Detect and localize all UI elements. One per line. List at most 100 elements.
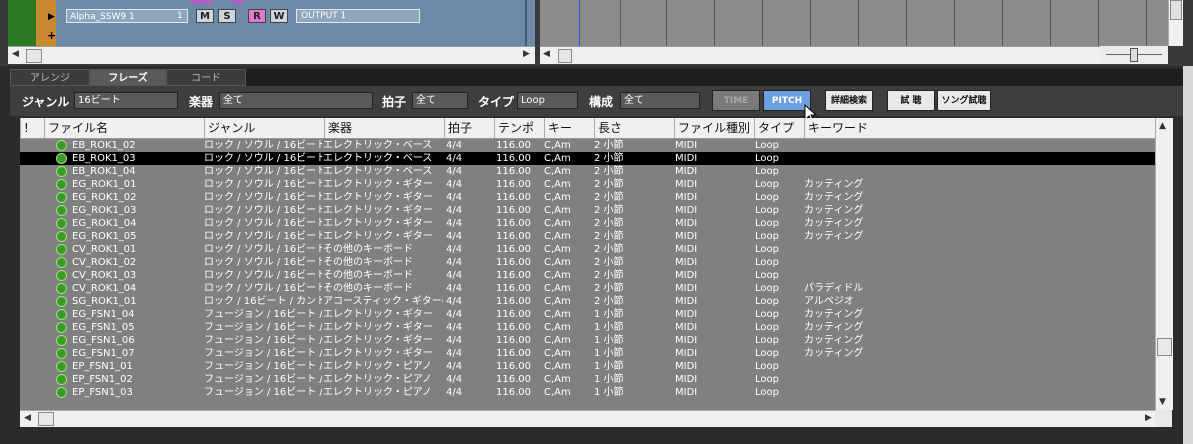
structure-select[interactable]: 全て — [620, 92, 700, 109]
table-row[interactable]: CV_ROK1_04 ロック / ソウル / 16ビート ...その他のキーボード… — [20, 282, 1155, 295]
cell-keyword: アルペジオ — [804, 296, 854, 307]
cell-meter: 4/4 — [446, 296, 463, 307]
col-key[interactable]: キー — [544, 118, 594, 138]
cell-length: 2 小節 — [594, 218, 624, 229]
write-button[interactable]: W — [270, 9, 288, 23]
col-tempo[interactable]: テンポ — [494, 118, 544, 138]
table-row[interactable]: EG_ROK1_05 ロック / ソウル / 16ビート エレクトリック・ギター 4/… — [20, 230, 1155, 243]
tab-arrange[interactable]: アレンジ — [10, 69, 90, 86]
col-length[interactable]: 長さ — [594, 118, 674, 138]
table-row[interactable]: EG_FSN1_07 フュージョン / 16ビート / A...エレクトリック・ギ… — [20, 347, 1155, 360]
cell-meter: 4/4 — [446, 283, 463, 294]
instrument-select[interactable]: 全て — [219, 92, 373, 109]
scroll-thumb[interactable] — [558, 49, 572, 63]
cell-tempo: 116.00 — [496, 218, 531, 229]
audition-button[interactable]: 試 聴 — [887, 90, 935, 111]
scroll-right-icon[interactable]: ▶ — [523, 49, 530, 59]
table-row[interactable]: EP_FSN1_03 フュージョン / 16ビート / ソ...エレクトリック・ピ… — [20, 386, 1155, 399]
cell-file-type: MIDI — [675, 296, 698, 307]
cell-file-type: MIDI — [675, 231, 698, 242]
cell-key: C,Am — [544, 153, 571, 164]
track-indicator — [190, 0, 212, 4]
genre-select[interactable]: 16ビート — [74, 92, 178, 109]
add-lane-icon[interactable]: + — [47, 29, 56, 42]
tab-chord[interactable]: コード — [166, 69, 246, 86]
cell-genre: フュージョン / 16ビート / ソ... — [204, 361, 322, 372]
list-vscrollbar[interactable] — [1155, 118, 1173, 410]
type-select[interactable]: Loop — [517, 92, 578, 109]
track-divider[interactable] — [525, 0, 527, 46]
col-type[interactable]: タイプ — [754, 118, 804, 138]
col-instrument[interactable]: 楽器 — [324, 118, 444, 138]
col-meter[interactable]: 拍子 — [444, 118, 494, 138]
table-row[interactable]: EP_FSN1_01 フュージョン / 16ビート / ソ...エレクトリック・ピ… — [20, 360, 1155, 373]
cell-meter: 4/4 — [446, 335, 463, 346]
timeline-hscrollbar[interactable] — [540, 46, 1168, 64]
table-row[interactable]: CV_ROK1_01 ロック / ソウル / 16ビート ...その他のキーボード… — [20, 243, 1155, 256]
detail-search-button[interactable]: 詳細検索 — [825, 90, 873, 111]
col-keyword[interactable]: キーワード — [804, 118, 1155, 138]
scroll-down-icon[interactable]: ▼ — [1159, 397, 1166, 407]
list-hscrollbar[interactable] — [20, 410, 1155, 428]
track-name-field[interactable]: Alpha_SSW9 1 — [66, 9, 188, 23]
scroll-left-icon[interactable]: ◀ — [12, 49, 19, 59]
table-row[interactable]: EP_FSN1_02 フュージョン / 16ビート / ソ...エレクトリック・ピ… — [20, 373, 1155, 386]
mute-button[interactable]: M — [196, 9, 214, 23]
table-row[interactable]: EG_FSN1_05 フュージョン / 16ビート / A...エレクトリック・ギ… — [20, 321, 1155, 334]
table-row[interactable]: SG_ROK1_01 ロック / 16ビート / カントリーアコースティック・ギタ… — [20, 295, 1155, 308]
cell-file-name: EG_FSN1_06 — [72, 335, 135, 346]
scroll-thumb[interactable] — [1157, 338, 1172, 356]
col-genre[interactable]: ジャンル — [204, 118, 324, 138]
timeline[interactable] — [540, 0, 1168, 46]
table-row[interactable]: EG_ROK1_04 ロック / ソウル / 16ビート エレクトリック・ギター 4/… — [20, 217, 1155, 230]
genre-label: ジャンル — [22, 95, 70, 109]
playhead[interactable] — [579, 0, 580, 46]
record-button[interactable]: R — [248, 9, 266, 23]
table-row[interactable]: CV_ROK1_02 ロック / ソウル / 16ビート ...その他のキーボード… — [20, 256, 1155, 269]
scroll-thumb[interactable] — [1170, 0, 1182, 20]
output-selector[interactable]: OUTPUT 1 — [296, 9, 420, 23]
table-row[interactable]: EB_ROK1_03 ロック / ソウル / 16ビート ...エレクトリック・ベ… — [20, 152, 1155, 165]
cell-instrument: エレクトリック・ギター — [323, 205, 433, 216]
cell-keyword: カッティング — [804, 309, 864, 320]
table-row[interactable]: EG_ROK1_03 ロック / ソウル / 16ビート ...エレクトリック・ギ… — [20, 204, 1155, 217]
cell-instrument: アコースティック・ギター(スチー... — [323, 296, 443, 307]
meter-select[interactable]: 全て — [412, 92, 468, 109]
zoom-knob[interactable] — [1130, 48, 1138, 62]
table-row[interactable]: EG_FSN1_06 フュージョン / 16ビート / A...エレクトリック・ギ… — [20, 334, 1155, 347]
col-file-type[interactable]: ファイル種別 — [674, 118, 754, 138]
cell-keyword — [804, 360, 1004, 373]
track-list-hscrollbar[interactable] — [8, 46, 535, 64]
col-flag[interactable]: ! — [20, 118, 44, 138]
scroll-thumb[interactable] — [38, 412, 54, 426]
cell-file-type: MIDI — [675, 218, 698, 229]
scroll-right-icon[interactable]: ▶ — [1145, 413, 1152, 423]
cell-length: 2 小節 — [594, 296, 624, 307]
table-row[interactable]: EG_ROK1_02 ロック / ソウル / 16ビート エレクトリック・ギター 4/… — [20, 191, 1155, 204]
song-audition-button[interactable]: ソング試聴 — [937, 90, 991, 111]
cell-type: Loop — [755, 361, 779, 372]
cell-genre: ロック / ソウル / 16ビート ... — [204, 166, 322, 177]
cell-tempo: 116.00 — [496, 166, 531, 177]
scroll-left-icon[interactable]: ◀ — [543, 49, 550, 59]
table-row[interactable]: CV_ROK1_03 ロック / ソウル / 16ビート ...その他のキーボード… — [20, 269, 1155, 282]
time-button[interactable]: TIME — [712, 90, 760, 111]
scroll-thumb[interactable] — [26, 49, 42, 63]
scroll-left-icon[interactable]: ◀ — [24, 413, 31, 423]
midi-file-icon — [56, 153, 67, 164]
expand-track-icon[interactable]: ▶ — [48, 12, 55, 22]
cell-key: C,Am — [544, 257, 571, 268]
cell-keyword — [804, 243, 1004, 256]
table-row[interactable]: EG_FSN1_04 フュージョン / 16ビート / A...エレクトリック・ギ… — [20, 308, 1155, 321]
cell-meter: 4/4 — [446, 322, 463, 333]
cell-instrument: エレクトリック・ピアノ — [323, 374, 432, 385]
scroll-up-icon[interactable]: ▲ — [1159, 121, 1166, 131]
midi-file-icon — [56, 322, 67, 333]
table-row[interactable]: EB_ROK1_04 ロック / ソウル / 16ビート ...エレクトリック・ベ… — [20, 165, 1155, 178]
midi-file-icon — [56, 283, 67, 294]
table-row[interactable]: EB_ROK1_02 ロック / ソウル / 16ビート ...エレクトリック・ベ… — [20, 139, 1155, 152]
solo-button[interactable]: S — [218, 9, 236, 23]
table-row[interactable]: EG_ROK1_01 ロック / ソウル / 16ビート エレクトリック・ギター 4/… — [20, 178, 1155, 191]
tab-phrase[interactable]: フレーズ — [90, 69, 166, 86]
col-file-name[interactable]: ファイル名 — [44, 118, 204, 138]
